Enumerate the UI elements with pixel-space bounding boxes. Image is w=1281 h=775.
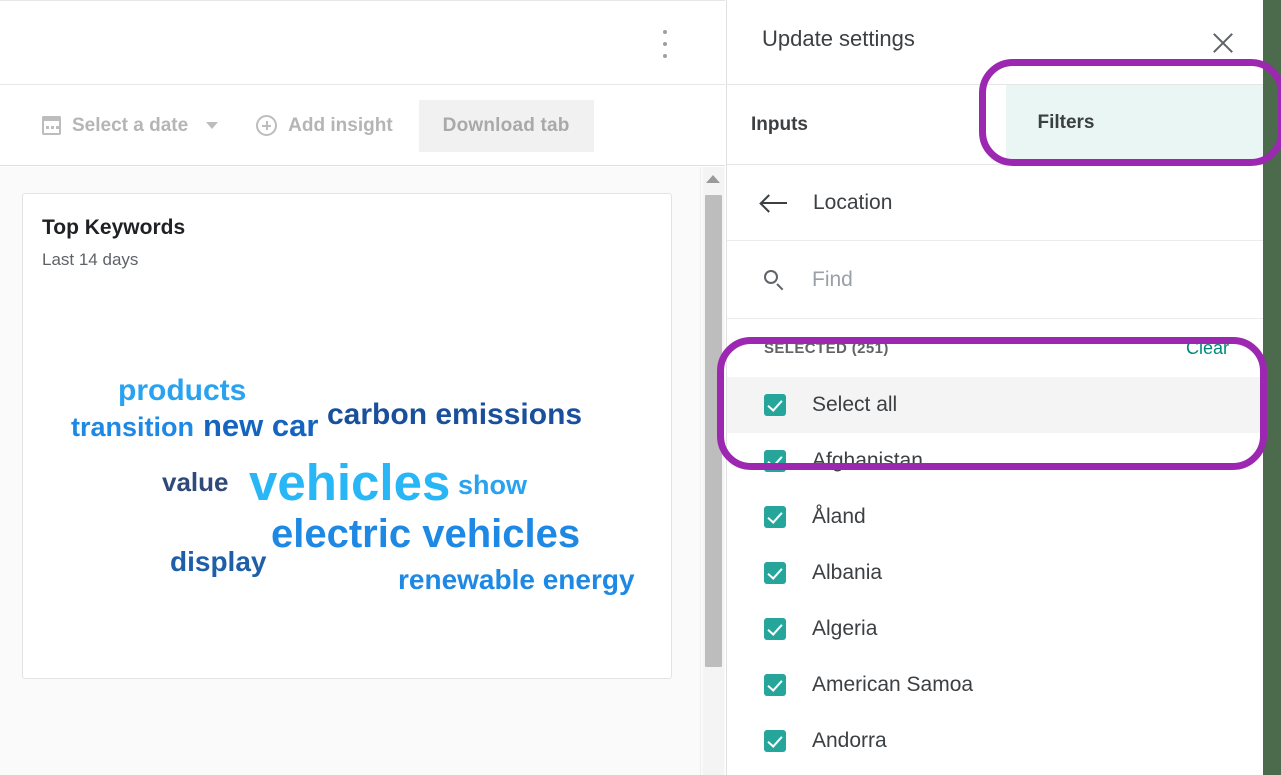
top-keywords-card[interactable]: Top Keywords Last 14 days products transi… — [22, 193, 672, 679]
word-cloud-term[interactable]: new car — [203, 410, 318, 441]
screen-edge-band — [1263, 0, 1281, 775]
word-cloud-term[interactable]: display — [170, 548, 266, 576]
select-date-button[interactable]: Select a date — [42, 114, 219, 137]
tab-filters[interactable]: Filters — [1006, 85, 1263, 164]
option-label: Andorra — [812, 729, 887, 752]
checkbox-checked-icon[interactable] — [764, 730, 786, 752]
option-label: Algeria — [812, 617, 878, 640]
word-cloud-term[interactable]: value — [162, 469, 229, 495]
calendar-icon — [42, 116, 61, 135]
tab-inputs-label: Inputs — [751, 113, 808, 135]
caret-up-icon[interactable] — [706, 175, 720, 183]
close-icon[interactable] — [1210, 30, 1236, 56]
kebab-dot — [663, 30, 667, 34]
option-label: Åland — [812, 505, 866, 528]
option-label: Albania — [812, 561, 883, 584]
tab-inputs[interactable]: Inputs — [727, 85, 1006, 164]
tab-filters-label: Filters — [1037, 112, 1095, 133]
filter-back-header[interactable]: Location — [727, 165, 1263, 241]
download-tab-button[interactable]: Download tab — [418, 99, 594, 152]
back-arrow-icon[interactable] — [762, 194, 788, 212]
filter-options-list: Select all Afghanistan Åland Albania Algeria… — [727, 377, 1263, 769]
option-row[interactable]: American Samoa — [727, 657, 1263, 713]
word-cloud-term[interactable]: carbon emissions — [327, 400, 582, 430]
word-cloud-term[interactable]: show — [458, 472, 527, 499]
checkbox-checked-icon[interactable] — [764, 450, 786, 472]
filter-search-row — [727, 241, 1263, 319]
plus-circle-icon — [256, 115, 278, 136]
panel-tabs: Inputs Filters — [727, 85, 1263, 165]
option-label: Afghanistan — [812, 449, 923, 472]
selected-count-header: SELECTED (251) Clear — [727, 319, 1263, 377]
word-cloud-term[interactable]: vehicles — [249, 457, 450, 508]
option-label: Select all — [812, 393, 898, 416]
select-date-label: Select a date — [72, 114, 189, 136]
word-cloud-term[interactable]: electric vehicles — [271, 514, 580, 554]
word-cloud-chart: products transition new car carbon emission… — [23, 194, 671, 678]
checkbox-checked-icon[interactable] — [764, 674, 786, 696]
word-cloud-term[interactable]: renewable energy — [398, 566, 635, 594]
search-input[interactable] — [810, 266, 1194, 293]
more-vert-icon[interactable] — [653, 27, 677, 61]
search-icon — [764, 269, 784, 290]
option-row[interactable]: Albania — [727, 545, 1263, 601]
option-row[interactable]: Algeria — [727, 601, 1263, 657]
option-row[interactable]: Åland — [727, 489, 1263, 545]
dashboard-canvas: Top Keywords Last 14 days products transi… — [0, 167, 725, 775]
screen-root: Select a date Add insight Download tab T… — [0, 0, 1281, 775]
checkbox-checked-icon[interactable] — [764, 618, 786, 640]
filter-section-title: Location — [813, 190, 893, 214]
option-label: American Samoa — [812, 673, 974, 696]
canvas-scrollbar[interactable] — [700, 167, 725, 775]
panel-title: Update settings — [762, 26, 915, 51]
option-row[interactable]: Afghanistan — [727, 433, 1263, 489]
checkbox-checked-icon[interactable] — [764, 506, 786, 528]
chevron-down-icon — [206, 122, 219, 129]
clear-button[interactable]: Clear — [1186, 338, 1229, 359]
dashboard-main-area: Select a date Add insight Download tab T… — [0, 0, 725, 775]
option-row[interactable]: Andorra — [727, 713, 1263, 769]
kebab-dot — [663, 42, 667, 46]
dashboard-toolbar: Select a date Add insight Download tab — [0, 86, 725, 166]
scrollbar-thumb[interactable] — [705, 195, 722, 667]
selected-count-label: SELECTED (251) — [764, 339, 889, 357]
kebab-dot — [663, 54, 667, 58]
word-cloud-term[interactable]: transition — [71, 414, 194, 441]
checkbox-checked-icon[interactable] — [764, 562, 786, 584]
add-insight-label: Add insight — [288, 114, 393, 136]
add-insight-button[interactable]: Add insight — [256, 114, 393, 137]
checkbox-checked-icon[interactable] — [764, 394, 786, 416]
word-cloud-term[interactable]: products — [118, 376, 246, 406]
update-settings-panel: Update settings Inputs Filters Location … — [726, 0, 1263, 775]
panel-header: Update settings — [727, 0, 1263, 85]
option-row-select-all[interactable]: Select all — [727, 377, 1263, 433]
tab-header-strip — [0, 0, 725, 85]
